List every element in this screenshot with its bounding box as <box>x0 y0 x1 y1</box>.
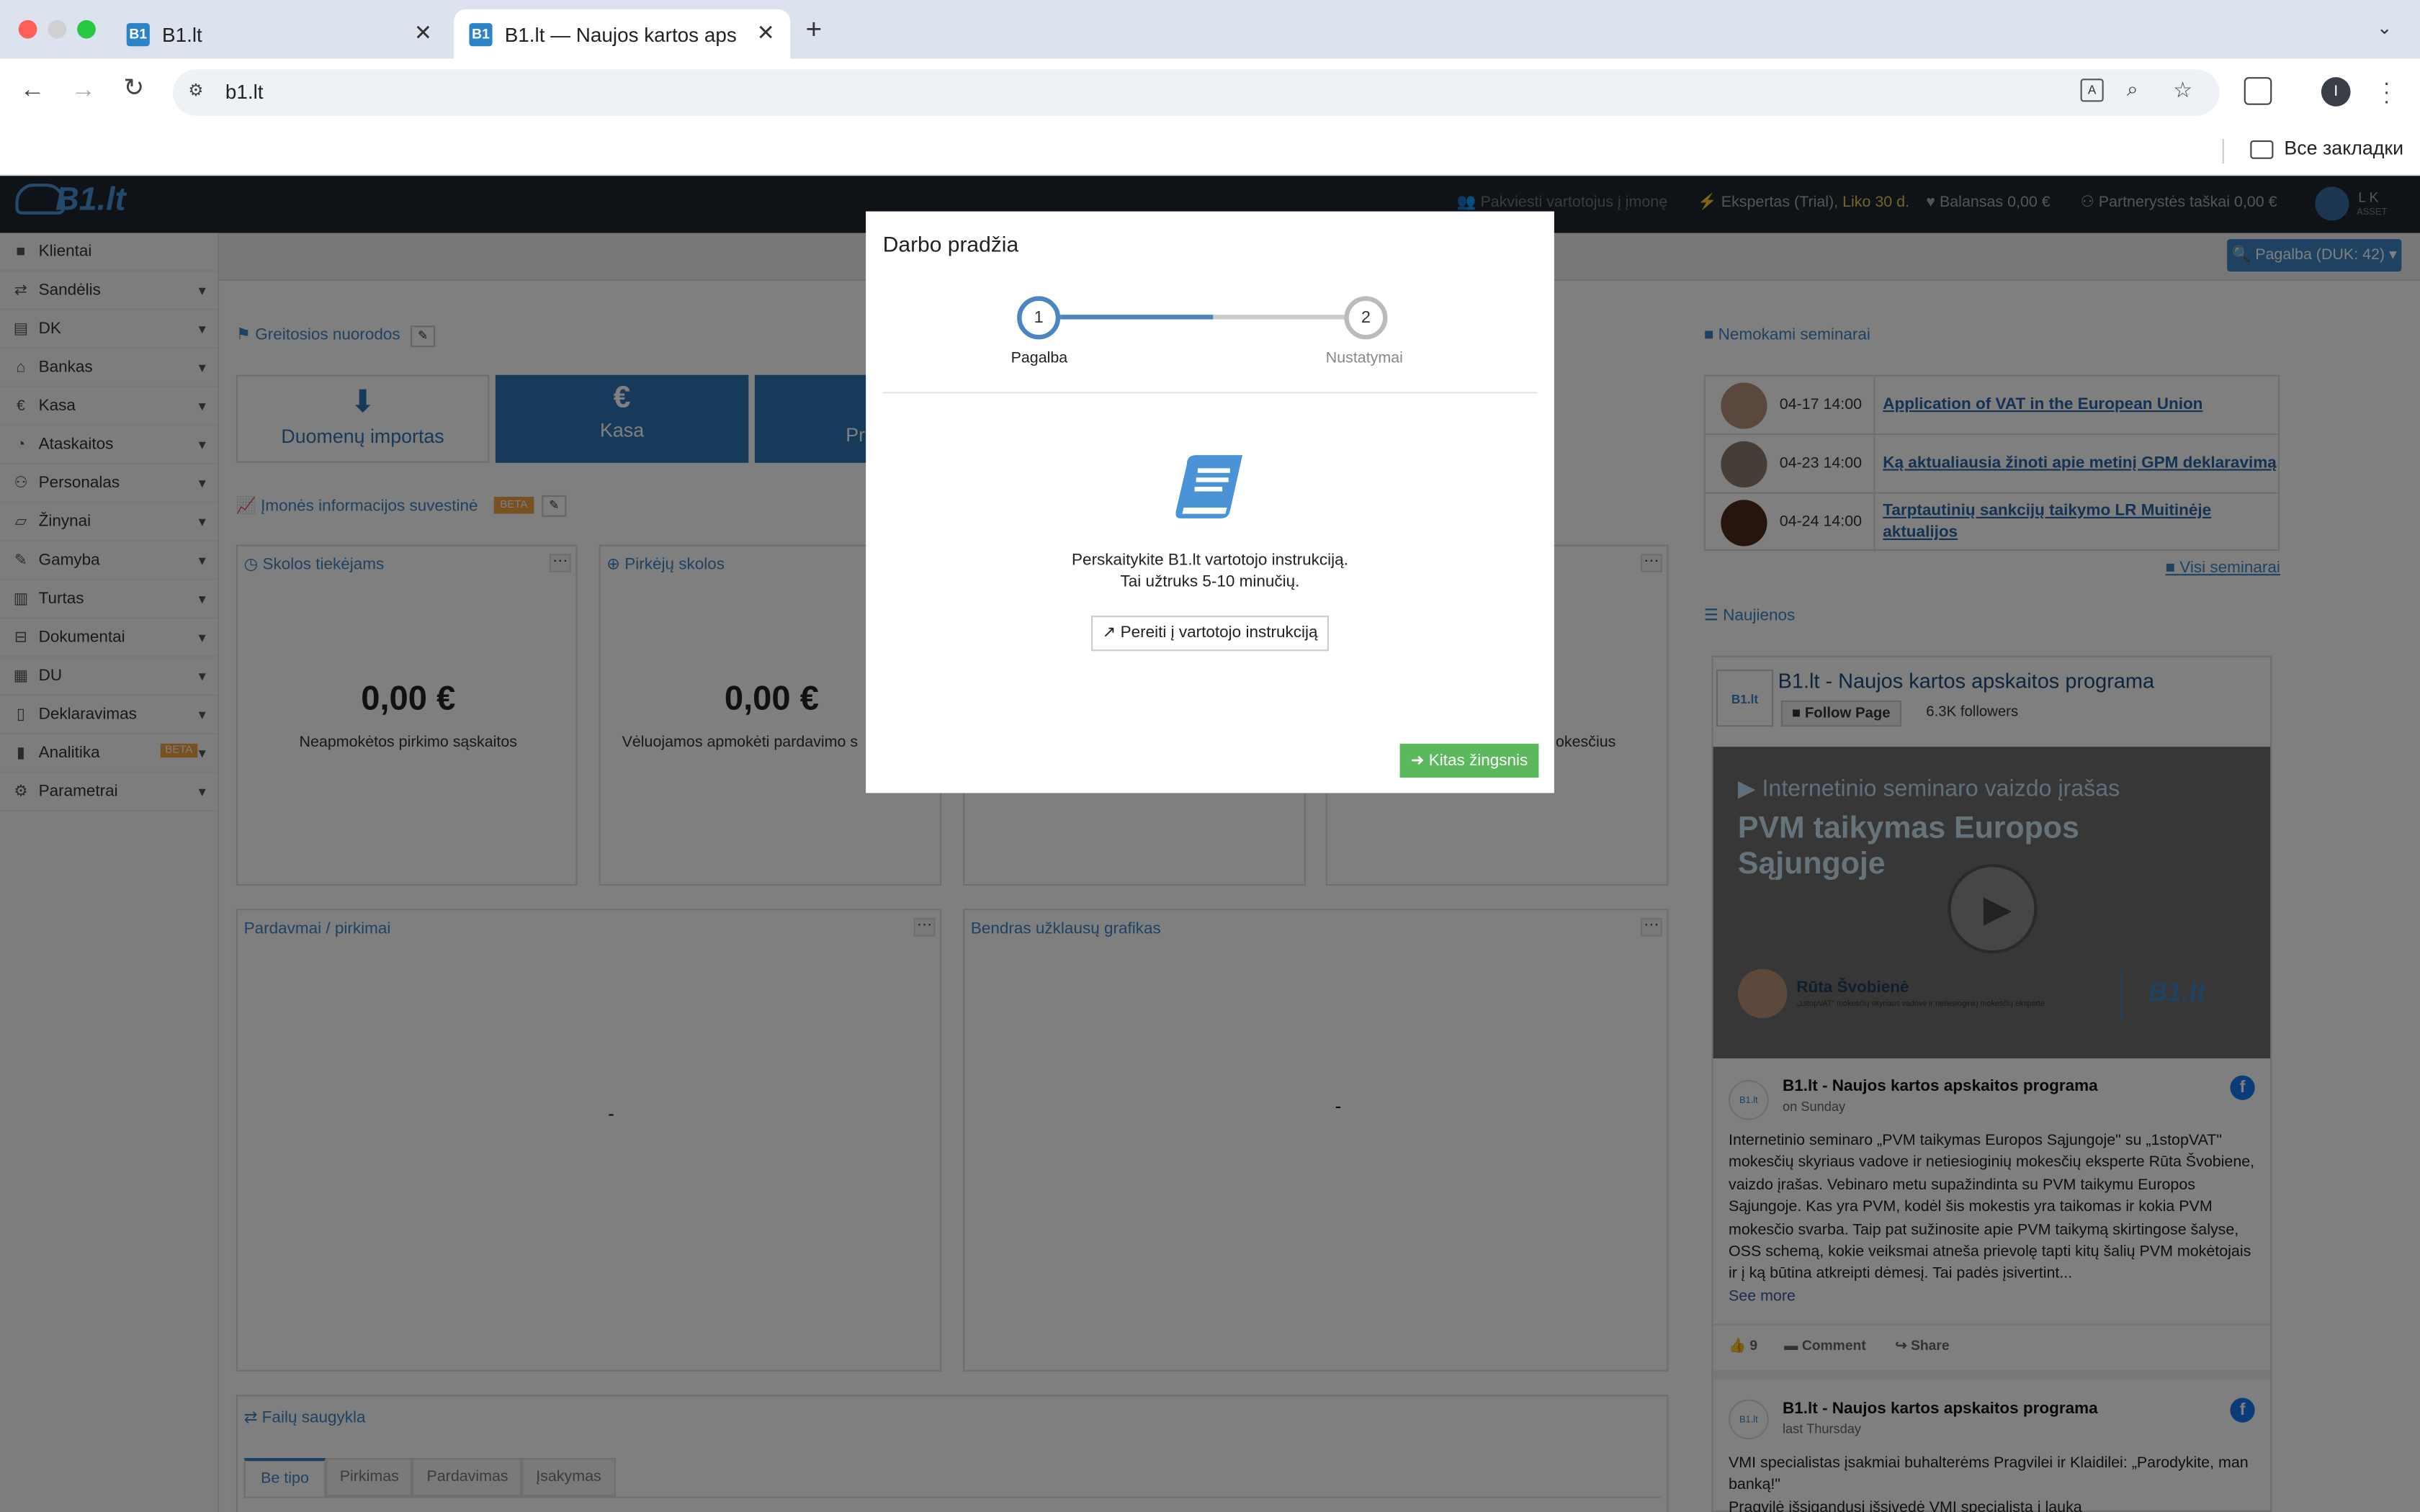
site-settings-icon[interactable]: ⚙ <box>188 80 203 101</box>
step-1-label: Pagalba <box>1010 350 1068 367</box>
new-tab-icon[interactable]: + <box>806 14 823 46</box>
tab-title: B1.lt <box>162 22 202 46</box>
bookmark-star-icon[interactable]: ☆ <box>2173 77 2192 103</box>
bookmarks-bar: Все закладки <box>0 126 2420 176</box>
all-bookmarks-link[interactable]: Все закладки <box>2284 138 2403 159</box>
address-bar[interactable]: ⚙ b1.lt A ⌕ ☆ <box>173 69 2220 116</box>
getting-started-modal: Darbo pradžia 1 2 Pagalba Nustatymai Per… <box>866 211 1554 793</box>
browser-tab-active[interactable]: B1 B1.lt — Naujos kartos apskaitos progr… <box>454 9 791 59</box>
divider <box>882 392 1538 394</box>
b1-favicon-icon: B1 <box>126 22 150 46</box>
user-guide-label: Pereiti į vartotojo instrukciją <box>1120 623 1318 642</box>
browser-tab-bar: B1 B1.lt ✕ B1 B1.lt — Naujos kartos apsk… <box>0 0 2420 59</box>
user-guide-button[interactable]: ↗ Pereiti į vartotojo instrukciją <box>1091 616 1329 652</box>
duration-text: Tai užtruks 5-10 minučių. <box>1120 572 1300 591</box>
zoom-icon[interactable]: ⌕ <box>2127 77 2138 102</box>
b1-favicon-icon: B1 <box>469 22 493 46</box>
browser-tab[interactable]: B1 B1.lt ✕ <box>111 9 447 59</box>
profile-avatar[interactable]: I <box>2321 77 2351 107</box>
folder-icon <box>2250 140 2274 159</box>
tab-title: B1.lt — Naujos kartos apskaitos programa <box>504 22 737 46</box>
translate-icon[interactable]: A <box>2080 78 2104 102</box>
next-step-label: Kitas žingsnis <box>1428 751 1528 770</box>
next-step-button[interactable]: ➜ Kitas žingsnis <box>1399 743 1539 778</box>
back-icon[interactable]: ← <box>20 78 45 103</box>
close-tab-icon[interactable]: ✕ <box>757 20 775 46</box>
step-number: 1 <box>1034 308 1044 328</box>
maximize-window-button[interactable] <box>77 19 96 39</box>
reload-icon[interactable]: ↻ <box>123 76 144 102</box>
url-text[interactable]: b1.lt <box>225 80 264 103</box>
browser-menu-icon[interactable]: · · · <box>2383 71 2390 112</box>
step-1-indicator[interactable]: 1 <box>1017 296 1061 340</box>
tab-list-chevron-icon[interactable]: ⌄ <box>2377 17 2393 39</box>
close-window-button[interactable] <box>18 19 37 39</box>
step-2-label: Nustatymai <box>1325 350 1403 367</box>
extensions-icon[interactable] <box>2244 77 2272 105</box>
minimize-window-button[interactable] <box>48 19 67 39</box>
progress-track <box>1060 315 1366 320</box>
progress-fill <box>1060 315 1214 320</box>
modal-title: Darbo pradžia <box>882 231 1019 256</box>
divider <box>2222 138 2224 164</box>
step-number: 2 <box>1361 308 1371 328</box>
close-tab-icon[interactable]: ✕ <box>414 20 432 46</box>
book-icon <box>1175 455 1242 518</box>
step-2-indicator[interactable]: 2 <box>1344 296 1388 340</box>
forward-icon[interactable]: → <box>71 78 96 103</box>
instruction-text: Perskaitykite B1.lt vartotojo instrukcij… <box>1072 551 1348 570</box>
